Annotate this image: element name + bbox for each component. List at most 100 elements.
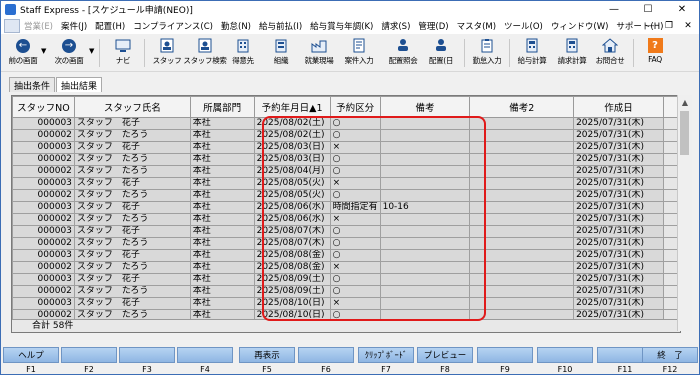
cell-staff-no[interactable]: 000003 — [12, 225, 75, 238]
cell-staff-name[interactable]: スタッフ 花子 — [73, 297, 191, 310]
minimize-button[interactable]: — — [597, 1, 631, 18]
cell-note[interactable]: 10-16 — [379, 201, 471, 214]
cell-staff-no[interactable]: 000002 — [12, 165, 75, 178]
cell-note[interactable] — [379, 213, 471, 226]
menu-tools[interactable]: ツール(O) — [500, 20, 547, 32]
mdi-restore-button[interactable]: ❐ — [660, 19, 678, 33]
mdi-minimize-button[interactable]: — — [641, 19, 659, 33]
cell-reserve-date[interactable]: 2025/08/05(火) — [253, 177, 331, 190]
col-header-staff-no[interactable]: スタッフNO — [12, 96, 75, 118]
cell-reserve-type[interactable]: ○ — [329, 189, 381, 202]
cell-staff-name[interactable]: スタッフ 花子 — [73, 273, 191, 286]
fkey-button-f1[interactable]: ヘルプ — [3, 347, 59, 363]
cell-note[interactable] — [379, 273, 471, 286]
cell-staff-no[interactable]: 000002 — [12, 261, 75, 274]
menu-advance-pay[interactable]: 給与前払(I) — [255, 20, 306, 32]
cell-reserve-type[interactable]: × — [329, 213, 381, 226]
menu-sales[interactable]: 営業(E) — [20, 20, 57, 32]
cell-staff-name[interactable]: スタッフ 花子 — [73, 177, 191, 190]
cell-created-date[interactable]: 2025/07/31(木) — [573, 237, 664, 250]
cell-reserve-type[interactable]: × — [329, 141, 381, 154]
assign-check-button[interactable]: 配置照会 — [383, 37, 423, 69]
cell-note2[interactable] — [469, 141, 575, 154]
table-row[interactable]: 000002 スタッフ たろう 本社 2025/08/07(木) ○ 2025/07/31… — [12, 237, 680, 250]
cell-note2[interactable] — [469, 165, 575, 178]
cell-department[interactable]: 本社 — [189, 249, 255, 262]
menu-assignment[interactable]: 配置(H) — [91, 20, 129, 32]
faq-button[interactable]: ? FAQ — [635, 37, 675, 69]
cell-department[interactable]: 本社 — [189, 177, 255, 190]
cell-created-date[interactable]: 2025/07/31(木) — [573, 273, 664, 286]
cell-reserve-date[interactable]: 2025/08/07(木) — [253, 237, 331, 250]
cell-staff-no[interactable]: 000003 — [12, 273, 75, 286]
cell-note[interactable] — [379, 117, 471, 130]
cell-reserve-type[interactable]: ○ — [329, 237, 381, 250]
menu-compliance[interactable]: コンプライアンス(C) — [129, 20, 217, 32]
cell-created-date[interactable]: 2025/07/31(木) — [573, 201, 664, 214]
cell-note[interactable] — [379, 129, 471, 142]
cell-note[interactable] — [379, 177, 471, 190]
scroll-thumb[interactable] — [680, 111, 689, 155]
mdi-close-button[interactable]: ✕ — [679, 19, 697, 33]
fkey-button-f9[interactable] — [477, 347, 533, 363]
scroll-up-icon[interactable]: ▲ — [678, 95, 692, 109]
payroll-button[interactable]: 給与計算 — [512, 37, 552, 69]
cell-department[interactable]: 本社 — [189, 189, 255, 202]
cell-staff-name[interactable]: スタッフ たろう — [73, 153, 191, 166]
next-dropdown-icon[interactable]: ▼ — [89, 47, 94, 55]
cell-staff-name[interactable]: スタッフ たろう — [73, 237, 191, 250]
cell-note[interactable] — [379, 165, 471, 178]
cell-note[interactable] — [379, 297, 471, 310]
navi-button[interactable]: ナビ — [103, 37, 143, 69]
cell-department[interactable]: 本社 — [189, 165, 255, 178]
cell-created-date[interactable]: 2025/07/31(木) — [573, 297, 664, 310]
cell-reserve-date[interactable]: 2025/08/09(土) — [253, 285, 331, 298]
table-row[interactable]: 000002 スタッフ たろう 本社 2025/08/02(土) ○ 2025/07/31… — [12, 129, 680, 142]
attendance-button[interactable]: 勤怠入力 — [467, 37, 507, 69]
cell-reserve-date[interactable]: 2025/08/09(土) — [253, 273, 331, 286]
cell-reserve-date[interactable]: 2025/08/08(金) — [253, 261, 331, 274]
cell-reserve-date[interactable]: 2025/08/06(水) — [253, 201, 331, 214]
col-header-created-date[interactable]: 作成日 — [573, 96, 664, 118]
cell-reserve-type[interactable]: ○ — [329, 273, 381, 286]
cell-reserve-date[interactable]: 2025/08/03(日) — [253, 153, 331, 166]
cell-note2[interactable] — [469, 225, 575, 238]
cell-note2[interactable] — [469, 117, 575, 130]
cell-note2[interactable] — [469, 129, 575, 142]
menu-management[interactable]: 管理(D) — [414, 20, 452, 32]
table-row[interactable]: 000003 スタッフ 花子 本社 2025/08/07(木) ○ 2025/07/31(… — [12, 225, 680, 238]
cell-department[interactable]: 本社 — [189, 153, 255, 166]
cell-reserve-type[interactable]: × — [329, 177, 381, 190]
cell-staff-name[interactable]: スタッフ 花子 — [73, 201, 191, 214]
fkey-button-f2[interactable] — [61, 347, 117, 363]
table-row[interactable]: 000002 スタッフ たろう 本社 2025/08/08(金) × 2025/07/31… — [12, 261, 680, 274]
billing-button[interactable]: 請求計算 — [552, 37, 592, 69]
cell-department[interactable]: 本社 — [189, 297, 255, 310]
cell-department[interactable]: 本社 — [189, 129, 255, 142]
cell-reserve-date[interactable]: 2025/08/08(金) — [253, 249, 331, 262]
cell-staff-no[interactable]: 000003 — [12, 249, 75, 262]
prev-dropdown-icon[interactable]: ▼ — [41, 47, 46, 55]
cell-reserve-type[interactable]: ○ — [329, 129, 381, 142]
table-row[interactable]: 000002 スタッフ たろう 本社 2025/08/09(土) ○ 2025/07/31… — [12, 285, 680, 298]
cell-note2[interactable] — [469, 153, 575, 166]
cell-note[interactable] — [379, 261, 471, 274]
cell-created-date[interactable]: 2025/07/31(木) — [573, 189, 664, 202]
cell-department[interactable]: 本社 — [189, 117, 255, 130]
cell-note2[interactable] — [469, 177, 575, 190]
table-row[interactable]: 000003 スタッフ 花子 本社 2025/08/05(火) × 2025/07/31(… — [12, 177, 680, 190]
cell-created-date[interactable]: 2025/07/31(木) — [573, 285, 664, 298]
prev-screen-button[interactable]: ← 前の画面 — [3, 37, 43, 69]
maximize-button[interactable]: ☐ — [631, 1, 665, 18]
close-button[interactable]: ✕ — [665, 1, 699, 18]
menu-window[interactable]: ウィンドウ(W) — [547, 20, 613, 32]
fkey-button-f6[interactable] — [298, 347, 354, 363]
cell-created-date[interactable]: 2025/07/31(木) — [573, 117, 664, 130]
cell-staff-no[interactable]: 000003 — [12, 297, 75, 310]
cell-created-date[interactable]: 2025/07/31(木) — [573, 249, 664, 262]
cell-reserve-date[interactable]: 2025/08/05(火) — [253, 189, 331, 202]
fkey-button-f12[interactable]: 終 了 — [642, 347, 698, 363]
cell-department[interactable]: 本社 — [189, 201, 255, 214]
fkey-button-f5[interactable]: 再表示 — [239, 347, 295, 363]
col-header-department[interactable]: 所属部門 — [189, 96, 255, 118]
